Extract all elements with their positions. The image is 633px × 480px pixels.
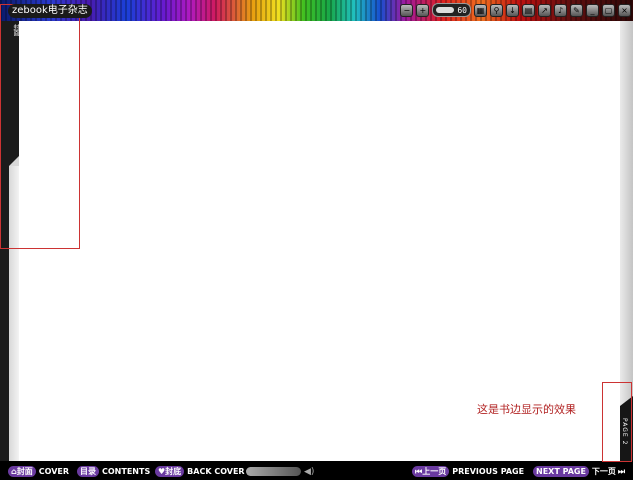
cover-label-cn: 封面 (16, 467, 33, 476)
prev-pill: ⏮ 上一页 (412, 466, 450, 477)
highlight-box-left (0, 4, 80, 249)
contents-pill: 目录 (77, 466, 99, 477)
prev-label-cn: 上一页 (422, 467, 447, 476)
search-icon[interactable]: ⚲ (490, 3, 503, 17)
zoom-out-icon[interactable]: − (400, 3, 414, 17)
previous-page-button[interactable]: ⏮ 上一页 PREVIOUS PAGE (412, 465, 524, 478)
back-cover-label-en: BACK COVER (187, 467, 245, 476)
next-pill: NEXT PAGE (533, 466, 589, 477)
volume-control[interactable]: ◀) (246, 466, 314, 477)
next-page-button[interactable]: NEXT PAGE 下一页 ⏭ (533, 465, 625, 478)
zoom-in-icon[interactable]: + (416, 3, 430, 17)
back-cover-button[interactable]: ♥ 封底 BACK COVER (155, 465, 245, 478)
zoom-value: 60 (457, 5, 467, 15)
volume-slider[interactable] (246, 467, 301, 476)
download-icon[interactable]: ↓ (506, 3, 519, 17)
next-label-cn: 下一页 (591, 467, 616, 476)
back-cover-label-cn: 封底 (165, 467, 182, 476)
heart-icon: ♥ (158, 467, 166, 476)
edit-icon[interactable]: ✎ (570, 3, 583, 17)
first-page-icon: ⏮ (415, 466, 423, 476)
restore-icon[interactable]: ▢ (602, 3, 615, 17)
share-icon[interactable]: ↗ (538, 3, 551, 17)
sound-icon[interactable]: ♪ (554, 3, 567, 17)
zoom-slider[interactable]: 60 (432, 3, 471, 17)
prev-label-en: PREVIOUS PAGE (452, 467, 525, 476)
print-icon[interactable]: ▤ (522, 3, 535, 17)
cover-button[interactable]: ⌂ 封面 COVER (8, 465, 69, 478)
highlight-box-right (602, 382, 632, 462)
last-page-icon: ⏭ (617, 466, 626, 476)
bottom-nav-bar: ⌂ 封面 COVER 目录 CONTENTS ♥ 封底 BACK COVER ◀… (0, 463, 633, 480)
toolbar: − + 60 ▦ ⚲ ↓ ▤ ↗ ♪ ✎ _ ▢ × (400, 3, 631, 17)
annotation-text: 这是书边显示的效果 (477, 403, 576, 416)
book-page[interactable] (19, 21, 620, 461)
close-icon[interactable]: × (618, 3, 631, 17)
contents-button[interactable]: 目录 CONTENTS (77, 465, 150, 478)
next-label-en: NEXT PAGE (536, 467, 586, 476)
speaker-icon[interactable]: ◀) (304, 467, 314, 477)
contents-label-en: CONTENTS (102, 467, 151, 476)
contents-label-cn: 目录 (80, 467, 96, 476)
back-cover-pill: ♥ 封底 (155, 466, 185, 477)
cover-pill: ⌂ 封面 (8, 466, 36, 477)
cover-label-en: COVER (38, 467, 70, 476)
zoom-track[interactable] (436, 7, 455, 13)
minimize-icon[interactable]: _ (586, 3, 599, 17)
app-title: zebook电子杂志 (8, 4, 92, 18)
thumbnails-icon[interactable]: ▦ (474, 3, 487, 17)
